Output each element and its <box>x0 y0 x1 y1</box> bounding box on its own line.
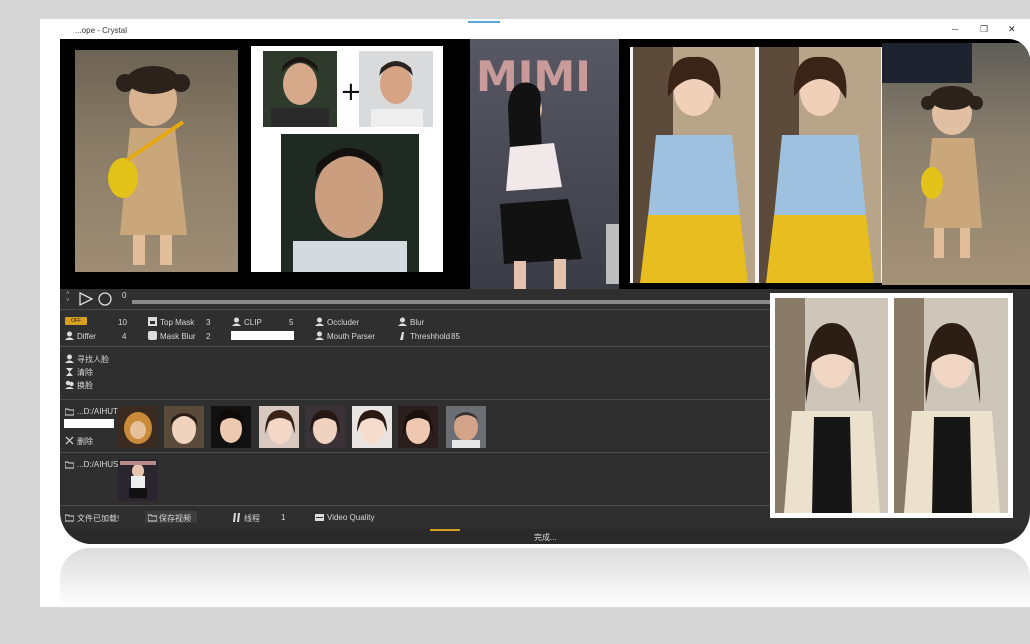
video-quality-label[interactable]: Video Quality <box>327 513 374 522</box>
app-panel: + MIMI ˄ ˅ 0 OFF Differ 10 4 Top Mask 3 … <box>60 39 1030 544</box>
svg-text:+: + <box>340 77 362 107</box>
preview-image-toddler <box>75 50 238 272</box>
occluder-icon <box>315 317 324 326</box>
source-face-thumb[interactable] <box>118 406 158 448</box>
frame-counter: 0 <box>122 291 127 300</box>
divider <box>60 452 772 453</box>
mouth-icon <box>315 331 324 340</box>
source-face-thumb[interactable] <box>352 406 392 448</box>
blur-mask-icon <box>148 331 157 340</box>
occluder-label[interactable]: Occluder <box>327 318 359 327</box>
clip-label: CLIP <box>244 318 262 327</box>
folder-icon[interactable] <box>65 460 74 469</box>
clear-icon <box>66 368 73 376</box>
save-video-label: 保存视频 <box>159 514 191 523</box>
delete-icon <box>65 436 74 445</box>
clip-value[interactable]: 5 <box>289 318 293 327</box>
threshold-label: Threshhold <box>410 332 451 341</box>
threshold-icon <box>400 332 404 340</box>
clip-text-input[interactable] <box>231 331 294 340</box>
clip-icon <box>232 317 241 326</box>
record-icon[interactable] <box>97 291 113 307</box>
swap-button[interactable]: 换脸 <box>77 380 93 391</box>
face-icon <box>65 331 74 340</box>
blur-label[interactable]: Blur <box>410 318 424 327</box>
close-button[interactable]: ✕ <box>1008 24 1016 35</box>
find-faces-button[interactable]: 寻找人脸 <box>77 354 109 365</box>
mask-blur-value[interactable]: 2 <box>206 332 210 341</box>
mouth-parser-label[interactable]: Mouth Parser <box>327 332 375 341</box>
title-accent <box>468 21 500 23</box>
target-video-thumb[interactable] <box>118 459 158 501</box>
source-face-thumb[interactable] <box>259 406 299 448</box>
preview-image-toddler-swap <box>882 43 1030 285</box>
result-preview-panel <box>770 293 1013 518</box>
mask-blur-label: Mask Blur <box>160 332 196 341</box>
source-path: ...D:/AIHUT <box>77 407 118 416</box>
top-mask-label: Top Mask <box>160 318 195 327</box>
reflection <box>60 548 1030 608</box>
target-path: ...D:/AIHUS <box>77 460 119 469</box>
value-1[interactable]: 10 <box>118 318 127 327</box>
mask-icon <box>148 317 157 326</box>
minimize-button[interactable]: ─ <box>952 24 958 34</box>
threshold-value[interactable]: 85 <box>451 332 460 341</box>
save-video-button[interactable]: 保存视频 <box>145 511 197 523</box>
progress-indicator <box>430 529 460 531</box>
swap-toggle[interactable]: OFF <box>65 317 87 325</box>
threads-label: 线程 <box>244 514 260 523</box>
chevron-down-icon[interactable]: ˅ <box>66 298 70 304</box>
source-search-input[interactable] <box>64 419 114 428</box>
folder-icon[interactable] <box>65 407 74 416</box>
source-face-thumb[interactable] <box>164 406 204 448</box>
divider <box>60 505 772 506</box>
divider <box>60 346 772 347</box>
video-quality-icon <box>315 514 324 521</box>
file-loaded-label: 文件已加载! <box>77 514 120 523</box>
source-face-thumb[interactable] <box>211 406 251 448</box>
restore-button[interactable]: ❐ <box>980 24 988 35</box>
delete-button[interactable]: 删除 <box>77 436 93 447</box>
divider <box>60 399 772 400</box>
preview-image-girl-yellow-skirt <box>630 47 884 283</box>
source-face-thumb[interactable] <box>446 406 486 448</box>
threads-value[interactable]: 1 <box>281 513 285 522</box>
find-face-icon <box>65 354 74 363</box>
source-face-thumb[interactable] <box>305 406 345 448</box>
folder-open-icon <box>65 514 74 522</box>
preview-image-dancer: MIMI <box>470 39 619 289</box>
source-face-thumb[interactable] <box>398 406 438 448</box>
top-mask-value[interactable]: 3 <box>206 318 210 327</box>
preview-image-face-combo: + <box>251 46 443 272</box>
differ-value[interactable]: 4 <box>122 332 126 341</box>
save-folder-icon <box>148 514 157 522</box>
status-bar: 完成... <box>60 529 1030 544</box>
clear-button[interactable]: 清除 <box>77 367 93 378</box>
differ-label: Differ <box>77 332 96 341</box>
swap-icon <box>65 380 74 389</box>
threads-icon <box>233 513 240 522</box>
blur-icon <box>398 317 407 326</box>
chevron-up-icon[interactable]: ˄ <box>66 291 70 297</box>
play-icon[interactable] <box>78 291 94 307</box>
title-bar: ...ope - Crystal ─ ❐ ✕ <box>40 19 1030 41</box>
window-title: ...ope - Crystal <box>75 26 128 35</box>
timeline-slider[interactable] <box>132 300 777 304</box>
divider <box>60 309 772 310</box>
status-text: 完成... <box>534 533 557 542</box>
